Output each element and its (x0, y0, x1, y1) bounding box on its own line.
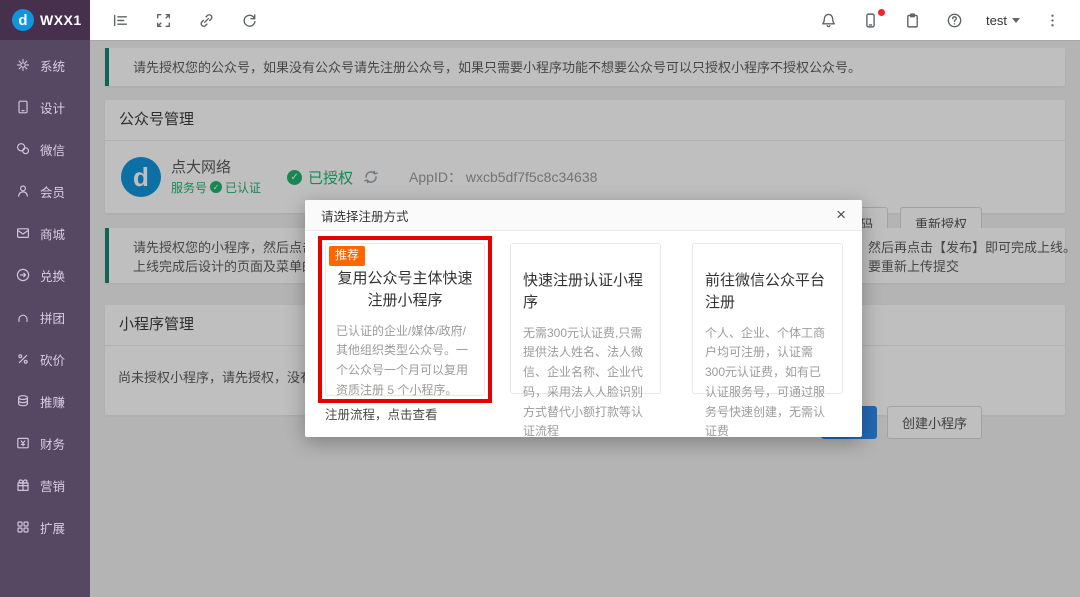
tablet-icon (15, 99, 31, 115)
sidebar-item-label: 营销 (40, 476, 65, 495)
sidebar-item-label: 推赚 (40, 392, 65, 411)
sidebar-item-label: 商城 (40, 224, 65, 243)
mall-icon (15, 225, 31, 241)
register-method-dialog: 请选择注册方式 × 推荐 复用公众号主体快速注册小程序 已认证的企业/媒体/政府… (305, 200, 862, 437)
sidebar-item-label: 系统 (40, 56, 65, 75)
option-description: 个人、企业、个体工商户均可注册，认证需300元认证费，如有已认证服务号，可通过服… (705, 324, 830, 443)
sidebar-item-referral[interactable]: 推赚 (0, 380, 90, 422)
sidebar: d WXX1 系统 设计 微信 会员 商城 兑换 拼团 (0, 0, 90, 597)
sidebar-item-finance[interactable]: 财务 (0, 422, 90, 464)
sidebar-item-label: 兑换 (40, 266, 65, 285)
top-header: test (90, 0, 1080, 41)
clipboard-icon (904, 12, 921, 29)
option-title: 复用公众号主体快速注册小程序 (336, 268, 474, 312)
sidebar-item-wechat[interactable]: 微信 (0, 128, 90, 170)
link-icon (198, 12, 215, 29)
coins-icon (15, 393, 31, 409)
refresh-page-button[interactable] (229, 0, 269, 40)
user-menu[interactable]: test (976, 0, 1030, 40)
fullscreen-icon (155, 12, 172, 29)
register-option-reuse[interactable]: 复用公众号主体快速注册小程序 已认证的企业/媒体/政府/其他组织类型公众号。一个… (325, 243, 485, 396)
group-icon (15, 309, 31, 325)
sidebar-item-label: 财务 (40, 434, 65, 453)
option-title: 快速注册认证小程序 (523, 270, 648, 314)
sidebar-item-members[interactable]: 会员 (0, 170, 90, 212)
app-title: WXX1 (40, 12, 82, 28)
close-icon[interactable]: × (832, 204, 850, 225)
sidebar-item-mall[interactable]: 商城 (0, 212, 90, 254)
option-description: 已认证的企业/媒体/政府/其他组织类型公众号。一个公众号一个月可以复用资质注册 … (336, 322, 474, 401)
more-options-button[interactable] (1032, 0, 1072, 40)
question-icon (946, 12, 963, 29)
sidebar-item-bargain[interactable]: 砍价 (0, 338, 90, 380)
sidebar-item-label: 拼团 (40, 308, 65, 327)
sidebar-menu: 系统 设计 微信 会员 商城 兑换 拼团 砍价 (0, 40, 90, 548)
mobile-preview-button[interactable] (850, 0, 890, 40)
dialog-title: 请选择注册方式 (321, 206, 409, 225)
notification-dot (878, 9, 885, 16)
register-option-wechat-platform[interactable]: 前往微信公众平台注册 个人、企业、个体工商户均可注册，认证需300元认证费，如有… (692, 243, 843, 394)
menu-fold-icon (112, 12, 129, 29)
recommended-badge: 推荐 (329, 246, 365, 266)
sidebar-item-marketing[interactable]: 营销 (0, 464, 90, 506)
link-button[interactable] (186, 0, 226, 40)
sidebar-item-system[interactable]: 系统 (0, 44, 90, 86)
wechat-icon (15, 141, 31, 157)
register-option-fast-verify[interactable]: 快速注册认证小程序 无需300元认证费,只需提供法人姓名、法人微信、企业名称、企… (510, 243, 661, 394)
help-button[interactable] (934, 0, 974, 40)
phone-icon (862, 12, 879, 29)
sidebar-item-label: 微信 (40, 140, 65, 159)
option-description: 无需300元认证费,只需提供法人姓名、法人微信、企业名称、企业代码，采用法人人脸… (523, 324, 648, 443)
collapse-sidebar-button[interactable] (100, 0, 140, 40)
kebab-icon (1044, 12, 1061, 29)
brand-icon: d (12, 9, 34, 31)
finance-icon (15, 435, 31, 451)
fullscreen-button[interactable] (143, 0, 183, 40)
bargain-icon (15, 351, 31, 367)
notifications-button[interactable] (808, 0, 848, 40)
grid-icon (15, 519, 31, 535)
chevron-down-icon (1012, 18, 1020, 23)
gear-icon (15, 57, 31, 73)
app-logo[interactable]: d WXX1 (0, 0, 90, 40)
gift-icon (15, 477, 31, 493)
users-icon (15, 183, 31, 199)
bell-icon (820, 12, 837, 29)
username: test (986, 13, 1007, 28)
recommended-highlight-border: 推荐 复用公众号主体快速注册小程序 已认证的企业/媒体/政府/其他组织类型公众号… (318, 236, 492, 403)
exchange-icon (15, 267, 31, 283)
sidebar-item-label: 扩展 (40, 518, 65, 537)
sidebar-item-label: 砍价 (40, 350, 65, 369)
dialog-body: 推荐 复用公众号主体快速注册小程序 已认证的企业/媒体/政府/其他组织类型公众号… (305, 231, 862, 437)
option-title: 前往微信公众平台注册 (705, 270, 830, 314)
dialog-header: 请选择注册方式 (305, 200, 862, 231)
sidebar-item-groupbuy[interactable]: 拼团 (0, 296, 90, 338)
register-flow-link[interactable]: 注册流程，点击查看 (325, 404, 438, 423)
sidebar-item-label: 会员 (40, 182, 65, 201)
clipboard-button[interactable] (892, 0, 932, 40)
sidebar-item-exchange[interactable]: 兑换 (0, 254, 90, 296)
sidebar-item-design[interactable]: 设计 (0, 86, 90, 128)
sidebar-item-extensions[interactable]: 扩展 (0, 506, 90, 548)
sidebar-item-label: 设计 (40, 98, 65, 117)
refresh-icon (241, 12, 258, 29)
